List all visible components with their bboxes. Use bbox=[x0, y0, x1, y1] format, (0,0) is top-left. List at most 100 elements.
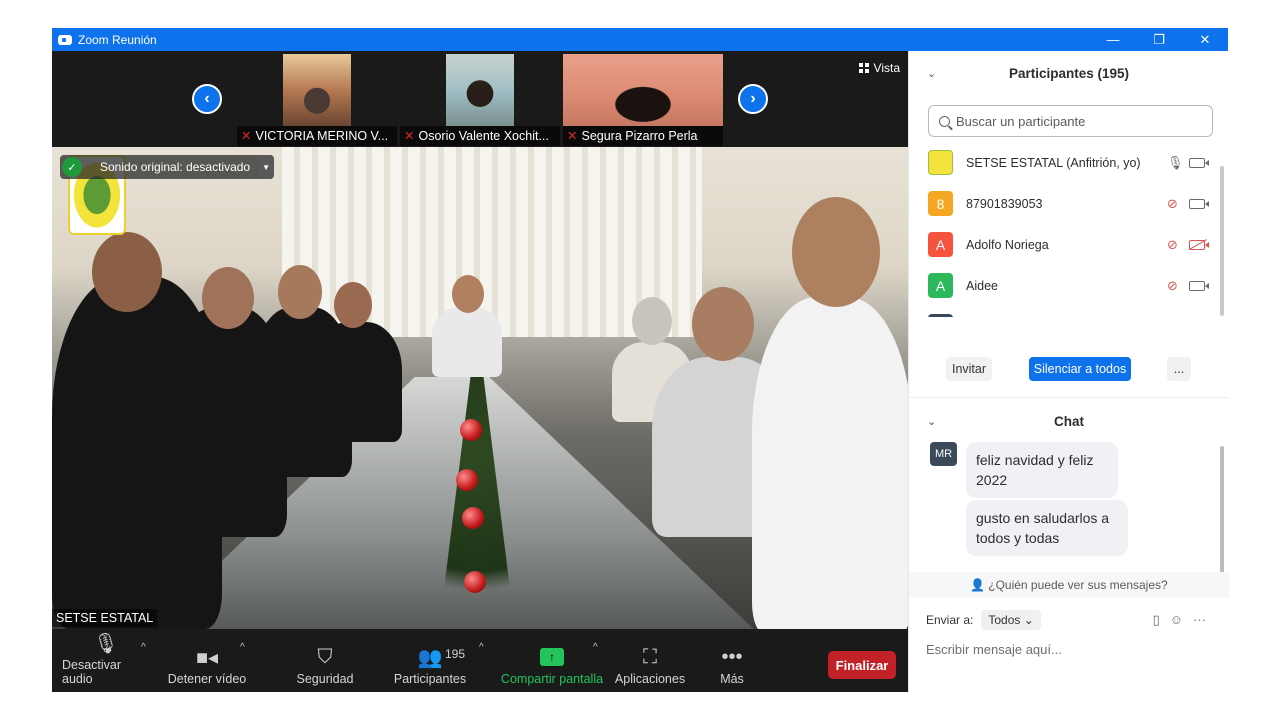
video-camera-icon: ■◂ bbox=[195, 646, 219, 669]
thumbnail-image bbox=[283, 54, 351, 126]
thumbnail-name: VICTORIA MERINO V... bbox=[255, 129, 389, 143]
participant-row[interactable]: A Aidee ⊘ bbox=[909, 265, 1229, 306]
participant-avatar: 8 bbox=[928, 191, 953, 216]
strip-next-button[interactable]: › bbox=[738, 84, 768, 114]
view-button[interactable]: Vista bbox=[858, 61, 900, 75]
participant-name: 87901839053 bbox=[966, 196, 1043, 211]
share-options-chevron[interactable]: ^ bbox=[593, 642, 598, 653]
meeting-toolbar: 🎙 Desactivar audio ^ ■◂ Detener vídeo ^ … bbox=[52, 629, 908, 692]
attendee bbox=[432, 275, 502, 377]
thumbnail-video[interactable]: ✕ Osorio Valente Xochit... bbox=[400, 54, 560, 146]
more-participant-actions-button[interactable]: ... bbox=[1167, 357, 1191, 381]
chevron-down-icon[interactable]: ▼ bbox=[258, 155, 275, 179]
main-speaker-video[interactable]: ✓ Sonido original: desactivado ▼ SETSE E… bbox=[52, 147, 908, 629]
original-sound-badge[interactable]: ✓ Sonido original: desactivado ▼ bbox=[60, 155, 275, 179]
close-button[interactable]: ✕ bbox=[1182, 28, 1228, 51]
participant-row[interactable]: A Adolfo Noriega ⊘ bbox=[909, 224, 1229, 265]
video-camera-icon[interactable] bbox=[1189, 198, 1209, 209]
security-button[interactable]: ⛉ Seguridad bbox=[292, 629, 358, 692]
stop-video-button[interactable]: ■◂ Detener vídeo bbox=[167, 629, 247, 692]
participant-row[interactable]: SETSE ESTATAL (Anfitrión, yo) 🎙 bbox=[909, 142, 1229, 183]
video-camera-icon[interactable] bbox=[1189, 157, 1209, 168]
attendee bbox=[752, 197, 908, 629]
more-dots-icon: ••• bbox=[721, 645, 743, 668]
window-controls: — ❐ ✕ bbox=[1090, 28, 1228, 51]
participant-avatar: A bbox=[928, 232, 953, 257]
participant-name: Aidee bbox=[966, 278, 998, 293]
chat-header: ⌄ Chat bbox=[909, 399, 1229, 443]
invite-button[interactable]: Invitar bbox=[946, 357, 992, 381]
participant-name: Adolfo Noriega bbox=[966, 237, 1049, 252]
chat-scrollbar[interactable] bbox=[1220, 446, 1224, 576]
window-title: Zoom Reunión bbox=[78, 32, 157, 47]
more-dots-icon[interactable]: ··· bbox=[1193, 612, 1206, 628]
original-sound-text: Sonido original: desactivado bbox=[100, 160, 251, 174]
title-bar: Zoom Reunión — ❐ ✕ bbox=[52, 28, 1228, 51]
ornament bbox=[460, 419, 482, 441]
sender-avatar: MR bbox=[930, 442, 957, 466]
side-panel: ⌄ Participantes (195) Buscar un particip… bbox=[908, 51, 1229, 692]
participants-count: 195 bbox=[445, 647, 466, 661]
shield-icon: ⛉ bbox=[317, 645, 333, 668]
microphone-muted-icon[interactable]: ⊘ bbox=[1167, 237, 1178, 253]
maximize-button[interactable]: ❐ bbox=[1136, 28, 1182, 51]
mic-muted-icon: ✕ bbox=[241, 129, 252, 143]
chevron-down-icon[interactable]: ⌄ bbox=[927, 67, 936, 80]
mute-all-button[interactable]: Silenciar a todos bbox=[1029, 357, 1131, 381]
share-screen-label: Compartir pantalla bbox=[500, 672, 604, 686]
video-options-chevron[interactable]: ^ bbox=[240, 642, 245, 653]
strip-prev-button[interactable]: ‹ bbox=[192, 84, 222, 114]
thumbnail-label: ✕ Osorio Valente Xochit... bbox=[400, 126, 560, 146]
security-label: Seguridad bbox=[296, 672, 354, 686]
thumbnail-video[interactable]: ✕ VICTORIA MERINO V... bbox=[237, 54, 397, 146]
participant-avatar: A bbox=[928, 273, 953, 298]
zoom-window: Zoom Reunión — ❐ ✕ ‹ ✕ VICTORIA MERINO V.… bbox=[52, 28, 1229, 692]
end-meeting-button[interactable]: Finalizar bbox=[828, 651, 896, 679]
microphone-muted-icon[interactable]: ⊘ bbox=[1167, 196, 1178, 212]
participant-avatar bbox=[928, 314, 953, 317]
send-to-row: Enviar a: Todos ⌄ bbox=[926, 610, 1041, 630]
thumbnail-video[interactable]: ✕ Segura Pizarro Perla bbox=[563, 54, 723, 146]
participants-header: ⌄ Participantes (195) bbox=[909, 51, 1229, 95]
thumbnail-image bbox=[563, 54, 723, 126]
share-arrow-icon: ↑ bbox=[540, 648, 564, 666]
minimize-button[interactable]: — bbox=[1090, 28, 1136, 51]
microphone-icon[interactable]: 🎙 bbox=[1167, 155, 1184, 171]
who-can-see-messages-link[interactable]: 👤 ¿Quién puede ver sus mensajes? bbox=[909, 572, 1229, 598]
participant-row[interactable]: 8 87901839053 ⊘ bbox=[909, 183, 1229, 224]
mic-muted-icon: ✕ bbox=[404, 129, 415, 143]
participant-search-input[interactable]: Buscar un participante bbox=[928, 105, 1213, 137]
participant-row[interactable] bbox=[909, 306, 1229, 317]
participant-scrollbar[interactable] bbox=[1220, 166, 1224, 316]
chat-message-input[interactable]: Escribir mensaje aquí... bbox=[926, 642, 1062, 657]
participants-title: Participantes (195) bbox=[1008, 65, 1130, 81]
chat-message: gusto en saludarlos a todos y todas bbox=[966, 500, 1128, 556]
video-camera-off-icon[interactable] bbox=[1189, 239, 1209, 250]
ornament bbox=[464, 571, 486, 593]
chevron-down-icon[interactable]: ⌄ bbox=[927, 415, 936, 428]
search-placeholder: Buscar un participante bbox=[956, 113, 1086, 129]
search-icon bbox=[939, 115, 950, 127]
microphone-muted-icon[interactable]: ⊘ bbox=[1167, 278, 1178, 294]
video-camera-icon[interactable] bbox=[1189, 280, 1209, 291]
video-area: ‹ ✕ VICTORIA MERINO V... ✕ Osorio Valente … bbox=[52, 51, 908, 692]
shield-check-icon: ✓ bbox=[62, 157, 82, 177]
participants-options-chevron[interactable]: ^ bbox=[479, 642, 484, 653]
person-info-icon: 👤 bbox=[970, 578, 986, 592]
recipient-value: Todos bbox=[988, 613, 1021, 627]
mute-audio-button[interactable]: 🎙 Desactivar audio bbox=[62, 629, 150, 692]
view-label: Vista bbox=[873, 61, 900, 75]
send-to-label: Enviar a: bbox=[926, 613, 974, 627]
more-button[interactable]: ••• Más bbox=[712, 629, 752, 692]
who-can-see-text: ¿Quién puede ver sus mensajes? bbox=[988, 578, 1168, 592]
thumbnail-label: ✕ Segura Pizarro Perla bbox=[563, 126, 723, 146]
recipient-select[interactable]: Todos ⌄ bbox=[981, 610, 1041, 630]
apps-label: Aplicaciones bbox=[614, 672, 686, 686]
share-screen-icon-wrap: ↑ bbox=[540, 642, 564, 672]
apps-button[interactable]: ⛶ Aplicaciones bbox=[614, 629, 686, 692]
share-screen-button[interactable]: ↑ Compartir pantalla bbox=[500, 629, 604, 692]
emoji-icon[interactable]: ☺ bbox=[1170, 612, 1183, 628]
file-icon[interactable]: ▯ bbox=[1153, 612, 1160, 628]
audio-options-chevron[interactable]: ^ bbox=[141, 642, 146, 653]
microphone-icon: 🎙 bbox=[93, 633, 119, 655]
